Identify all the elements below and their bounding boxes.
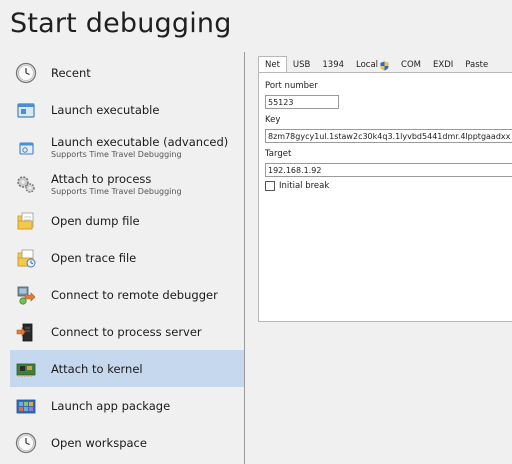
menu-item-subtitle: Supports Time Travel Debugging [51, 149, 182, 159]
tab-local-label: Local [356, 60, 379, 70]
menu-item-open-trace-file[interactable]: Open trace file [10, 239, 244, 276]
uac-shield-icon [380, 61, 389, 71]
page-title: Start debugging [10, 8, 232, 39]
initial-break-row[interactable]: Initial break [265, 181, 329, 191]
tab-net[interactable]: Net [258, 56, 287, 73]
menu-item-label: Open trace file [51, 250, 137, 265]
kernel-chip-icon [15, 358, 37, 380]
key-input[interactable] [265, 129, 512, 143]
port-number-input[interactable] [265, 95, 339, 109]
menu-item-attach-to-process[interactable]: Attach to process Supports Time Travel D… [10, 165, 244, 202]
menu-item-launch-executable-advanced[interactable]: Launch executable (advanced) Supports Ti… [10, 128, 244, 165]
menu-item-connect-process-server[interactable]: Connect to process server [10, 313, 244, 350]
menu-item-label: Open dump file [51, 213, 140, 228]
menu-item-open-workspace[interactable]: Open workspace [10, 424, 244, 461]
trace-file-icon [15, 247, 37, 269]
process-server-icon [15, 321, 37, 343]
tab-com[interactable]: COM [395, 58, 427, 73]
target-label: Target [265, 149, 292, 159]
menu-item-connect-remote-debugger[interactable]: Connect to remote debugger [10, 276, 244, 313]
dump-file-icon [15, 210, 37, 232]
tab-exdi[interactable]: EXDI [427, 58, 459, 73]
start-debugging-menu: Recent Launch executable Launch executab… [0, 52, 244, 464]
clock-icon [15, 432, 37, 454]
menu-item-recent[interactable]: Recent [10, 54, 244, 91]
menu-item-label: Attach to kernel [51, 361, 143, 376]
tab-1394[interactable]: 1394 [316, 58, 350, 73]
clock-icon [15, 62, 37, 84]
menu-item-launch-executable[interactable]: Launch executable [10, 91, 244, 128]
menu-item-label: Connect to remote debugger [51, 287, 218, 302]
app-package-icon [15, 395, 37, 417]
menu-item-label: Connect to process server [51, 324, 202, 339]
menu-item-label: Launch app package [51, 398, 171, 413]
initial-break-checkbox[interactable] [265, 181, 275, 191]
target-input[interactable] [265, 163, 512, 177]
menu-item-launch-app-package[interactable]: Launch app package [10, 387, 244, 424]
menu-item-subtitle: Supports Time Travel Debugging [51, 186, 182, 196]
executable-icon [15, 99, 37, 121]
menu-item-label: Launch executable [51, 102, 160, 117]
tab-paste[interactable]: Paste [459, 58, 494, 73]
menu-item-label: Attach to process [51, 171, 152, 186]
menu-item-attach-to-kernel[interactable]: Attach to kernel [10, 350, 244, 387]
kernel-connection-panel: Net USB 1394 Local COM EXDI Paste Port n… [258, 56, 512, 322]
menu-item-label: Recent [51, 65, 91, 80]
menu-item-open-dump-file[interactable]: Open dump file [10, 202, 244, 239]
tab-usb[interactable]: USB [287, 58, 316, 73]
executable-advanced-icon [15, 136, 37, 158]
port-number-label: Port number [265, 81, 318, 91]
tab-strip: Net USB 1394 Local COM EXDI Paste [258, 56, 512, 73]
menu-item-label: Launch executable (advanced) [51, 134, 229, 149]
gears-icon [15, 173, 37, 195]
initial-break-label: Initial break [279, 181, 330, 191]
tab-local[interactable]: Local [350, 58, 395, 73]
menu-item-label: Open workspace [51, 435, 147, 450]
tab-panel-net: Port number Key Target Initial break [258, 72, 512, 322]
key-label: Key [265, 115, 281, 125]
pane-divider [244, 52, 245, 464]
remote-debugger-icon [15, 284, 37, 306]
